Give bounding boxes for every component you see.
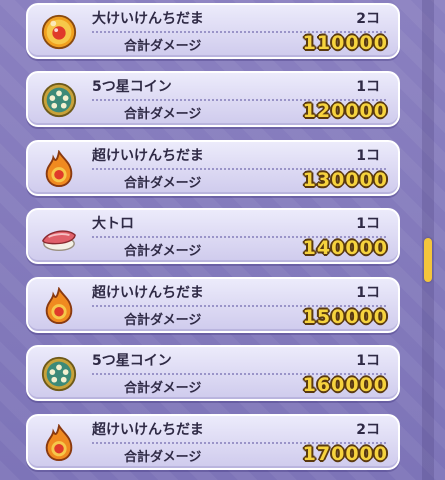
list-item[interactable]: 超けいけんちだま 1コ 合計ダメージ 130000 [26,140,400,196]
total-damage-label: 合計ダメージ [124,244,202,259]
super-orb-icon [40,424,78,462]
total-damage-value: 130000 [302,169,388,191]
item-quantity: 1コ [356,148,380,164]
list-item[interactable]: 5つ星コイン 1コ 合計ダメージ 120000 [26,71,400,127]
scroll-thumb[interactable] [424,238,432,282]
big-orb-icon [40,13,78,51]
total-damage-label: 合計ダメージ [124,381,202,396]
list-item[interactable]: 5つ星コイン 1コ 合計ダメージ 160000 [26,345,400,401]
item-quantity: 1コ [356,79,380,95]
item-quantity: 2コ [356,422,380,438]
total-damage-label: 合計ダメージ [124,107,202,122]
reward-list[interactable]: 大けいけんちだま 2コ 合計ダメージ 110000 5つ星コイン 1コ 合計ダメ… [0,0,445,480]
total-damage-value: 110000 [302,32,388,54]
item-name: 超けいけんちだま [92,148,204,164]
item-quantity: 1コ [356,285,380,301]
item-quantity: 1コ [356,353,380,369]
total-damage-label: 合計ダメージ [124,450,202,465]
list-item[interactable]: 大けいけんちだま 2コ 合計ダメージ 110000 [26,3,400,59]
total-damage-label: 合計ダメージ [124,176,202,191]
super-orb-icon [40,150,78,188]
item-name: 超けいけんちだま [92,285,204,301]
item-name: 5つ星コイン [92,353,172,369]
item-quantity: 2コ [356,11,380,27]
item-name: 超けいけんちだま [92,422,204,438]
list-item[interactable]: 超けいけんちだま 1コ 合計ダメージ 150000 [26,277,400,333]
five-star-coin-icon [40,81,78,119]
scrollbar[interactable] [422,0,434,480]
item-name: 5つ星コイン [92,79,172,95]
fatty-tuna-sushi-icon [40,218,78,256]
list-item[interactable]: 超けいけんちだま 2コ 合計ダメージ 170000 [26,414,400,470]
five-star-coin-icon [40,355,78,393]
total-damage-label: 合計ダメージ [124,313,202,328]
item-quantity: 1コ [356,216,380,232]
total-damage-label: 合計ダメージ [124,39,202,54]
list-item[interactable]: 大トロ 1コ 合計ダメージ 140000 [26,208,400,264]
total-damage-value: 170000 [302,443,388,465]
item-name: 大トロ [92,216,134,232]
total-damage-value: 120000 [302,100,388,122]
total-damage-value: 140000 [302,237,388,259]
total-damage-value: 160000 [302,374,388,396]
item-name: 大けいけんちだま [92,11,204,27]
super-orb-icon [40,287,78,325]
total-damage-value: 150000 [302,306,388,328]
